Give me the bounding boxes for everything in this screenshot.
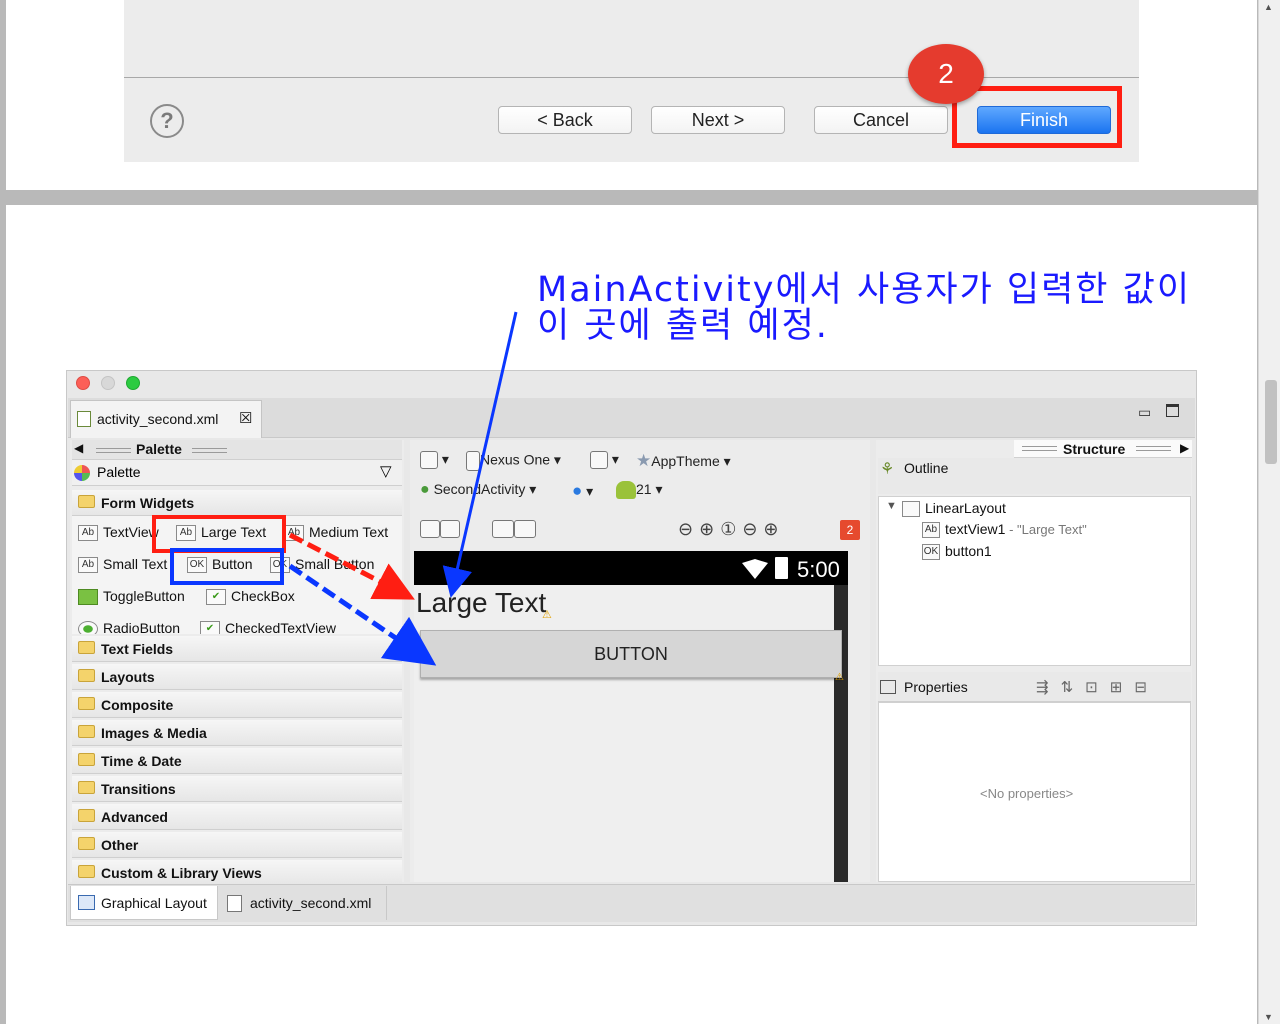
annotation-arrows [288, 311, 518, 666]
pointer-arrow [442, 311, 518, 598]
drag-arrow-button [288, 563, 437, 666]
drag-arrow-large-text [288, 532, 415, 600]
